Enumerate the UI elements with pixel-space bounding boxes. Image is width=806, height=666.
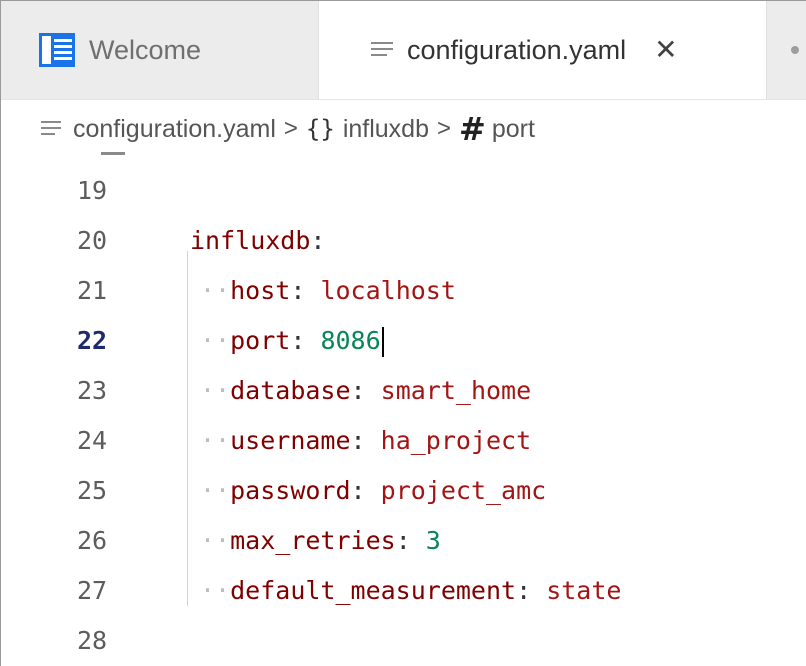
tab-overflow-icon — [791, 46, 799, 54]
tab-overflow[interactable] — [767, 1, 806, 99]
whitespace-dots: ·· — [200, 476, 231, 505]
whitespace-dots: ·· — [200, 576, 231, 605]
yaml-value: 3 — [425, 526, 441, 555]
code-line[interactable]: 19 — [1, 166, 806, 216]
line-number: 27 — [77, 576, 108, 605]
tab-welcome[interactable]: Welcome — [1, 1, 319, 99]
yaml-key: port — [230, 326, 291, 355]
code-content: ··password: project_amc — [190, 466, 546, 516]
code-line[interactable]: 26 ··max_retries: 3 — [1, 516, 806, 566]
yaml-colon: : — [290, 326, 321, 355]
tab-welcome-label: Welcome — [89, 34, 202, 65]
code-line[interactable]: 20 influxdb: — [1, 216, 806, 266]
line-number: 26 — [77, 526, 108, 555]
yaml-value: state — [546, 576, 622, 605]
code-content: ··port: 8086 — [190, 316, 384, 366]
whitespace-dots: ·· — [200, 426, 231, 455]
file-lines-icon — [371, 41, 393, 59]
editor-window: Welcome configuration.yaml ✕ configurati… — [0, 0, 806, 666]
code-line[interactable]: 21 ··host: localhost — [1, 266, 806, 316]
hash-icon: # — [459, 110, 486, 148]
whitespace-dots: ·· — [200, 276, 231, 305]
yaml-colon: : — [350, 476, 381, 505]
line-number: 22 — [77, 326, 108, 355]
yaml-colon: : — [290, 276, 321, 305]
tab-bar: Welcome configuration.yaml ✕ — [1, 1, 806, 100]
tab-configuration-yaml-label: configuration.yaml — [407, 34, 627, 65]
file-lines-icon — [41, 120, 63, 138]
yaml-value: 8086 — [320, 326, 381, 355]
yaml-key: username — [230, 426, 351, 455]
code-content: ··database: smart_home — [190, 366, 531, 416]
code-line[interactable]: 28 — [1, 616, 806, 666]
line-number: 28 — [77, 626, 108, 655]
line-number: 20 — [77, 226, 108, 255]
line-number: 19 — [77, 176, 108, 205]
yaml-colon: : — [516, 576, 547, 605]
line-number: 23 — [77, 376, 108, 405]
code-editor[interactable]: 19 20 influxdb: 21 ··host: localhost 22 ··port… — [1, 152, 806, 666]
yaml-key: default_measurement — [230, 576, 517, 605]
whitespace-dots: ·· — [200, 526, 231, 555]
yaml-value: localhost — [320, 276, 456, 305]
code-line[interactable]: 25 ··password: project_amc — [1, 466, 806, 516]
code-line[interactable]: 24 ··username: ha_project — [1, 416, 806, 466]
breadcrumb-separator: > — [283, 115, 298, 142]
whitespace-dots: ·· — [200, 326, 231, 355]
code-line[interactable]: 27 ··default_measurement: state — [1, 566, 806, 616]
close-icon[interactable]: ✕ — [654, 36, 677, 64]
breadcrumb-file[interactable]: configuration.yaml — [73, 115, 276, 144]
code-content: influxdb: — [190, 216, 325, 266]
yaml-colon: : — [310, 226, 326, 255]
code-line[interactable]: 22 ··port: 8086 — [1, 316, 806, 366]
text-cursor — [381, 327, 384, 357]
code-content: ··username: ha_project — [190, 416, 531, 466]
yaml-key: database — [230, 376, 351, 405]
line-number: 21 — [77, 276, 108, 305]
yaml-colon: : — [350, 376, 381, 405]
yaml-colon: : — [395, 526, 426, 555]
line-number: 24 — [77, 426, 108, 455]
code-line[interactable]: 23 ··database: smart_home — [1, 366, 806, 416]
breadcrumb-field[interactable]: port — [492, 115, 535, 144]
code-content: ··host: localhost — [190, 266, 456, 316]
scrolled-line-fragment — [101, 152, 125, 155]
line-number: 25 — [77, 476, 108, 505]
breadcrumb: configuration.yaml > {} influxdb > # por… — [1, 100, 806, 158]
yaml-key: password — [230, 476, 351, 505]
breadcrumb-separator: > — [436, 115, 451, 142]
code-content: ··max_retries: 3 — [190, 516, 441, 566]
yaml-key: max_retries — [230, 526, 396, 555]
tab-configuration-yaml[interactable]: configuration.yaml ✕ — [319, 1, 767, 99]
object-braces-icon: {} — [305, 115, 335, 143]
code-content: ··default_measurement: state — [190, 566, 621, 616]
breadcrumb-object[interactable]: influxdb — [343, 115, 429, 144]
yaml-key: influxdb — [190, 226, 311, 255]
whitespace-dots: ·· — [200, 376, 231, 405]
yaml-value: smart_home — [380, 376, 532, 405]
yaml-key: host — [230, 276, 291, 305]
yaml-colon: : — [350, 426, 381, 455]
yaml-value: project_amc — [380, 476, 547, 505]
yaml-value: ha_project — [380, 426, 532, 455]
vscode-welcome-icon — [39, 33, 75, 67]
